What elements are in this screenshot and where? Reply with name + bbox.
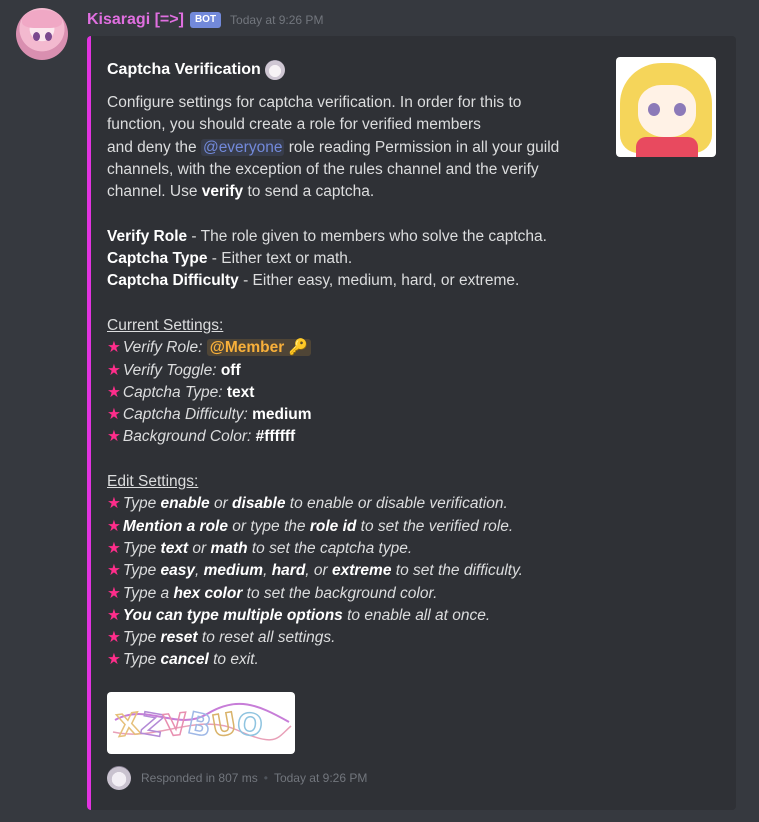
setting-captcha-difficulty: ★ Captcha Difficulty: medium: [107, 404, 607, 426]
embed-footer: Responded in 807 ms • Today at 9:26 PM: [107, 766, 367, 790]
setting-verify-toggle: ★ Verify Toggle: off: [107, 360, 607, 382]
setting-value: text: [226, 383, 255, 401]
field-line: Verify Role - The role given to members …: [107, 226, 607, 248]
star-icon: ★: [107, 406, 121, 424]
field-name: Verify Role: [107, 227, 188, 245]
edit-line: ★ Type text or math to set the captcha ty…: [107, 539, 413, 557]
star-icon: ★: [107, 539, 121, 557]
embed-title: Captcha Verification: [107, 60, 285, 80]
embed-title-text: Captcha Verification: [107, 61, 261, 78]
message-header: Kisaragi [=>] BOT Today at 9:26 PM: [87, 10, 323, 30]
field-text: - The role given to members who solve th…: [187, 227, 547, 245]
embed: Captcha Verification Configure settings …: [87, 36, 736, 810]
avatar-eye: [33, 32, 40, 41]
member-role-text: @Member: [209, 339, 285, 357]
bot-tag: BOT: [189, 12, 222, 28]
setting-label: Background Color:: [122, 428, 256, 446]
thumbnail-body: [636, 137, 698, 157]
key-icon: 🔑: [288, 339, 308, 357]
captcha-image[interactable]: XZVBUO: [107, 692, 295, 754]
edit-line: ★ You can type multiple options to enable…: [107, 606, 491, 624]
thumbnail-face: [638, 85, 696, 137]
field-name: Captcha Difficulty: [107, 272, 239, 290]
setting-captcha-type: ★ Captcha Type: text: [107, 382, 607, 404]
field-text: - Either easy, medium, hard, or extreme.: [238, 272, 520, 290]
field-text: - Either text or math.: [207, 250, 353, 268]
desc-line: and deny the @everyone role reading Perm…: [107, 137, 607, 159]
footer-text: Responded in 807 ms: [141, 771, 258, 785]
desc-text: channel. Use: [107, 183, 202, 201]
captcha-text: XZVBUO: [114, 705, 267, 746]
star-icon: ★: [107, 383, 121, 401]
embed-thumbnail[interactable]: [616, 57, 716, 157]
star-icon: ★: [107, 562, 121, 580]
edit-settings-heading: Edit Settings:: [107, 473, 199, 491]
setting-value: #ffffff: [255, 428, 296, 446]
setting-label: Verify Toggle:: [122, 361, 221, 379]
star-icon: ★: [107, 629, 121, 647]
desc-line: function, you should create a role for v…: [107, 116, 481, 134]
star-icon: ★: [107, 361, 121, 379]
desc-line: channel. Use verify to send a captcha.: [107, 181, 607, 203]
star-icon: ★: [107, 584, 121, 602]
setting-label: Captcha Difficulty:: [122, 406, 253, 424]
setting-background-color: ★ Background Color: #ffffff: [107, 426, 607, 448]
setting-label: Captcha Type:: [122, 383, 227, 401]
avatar-eye: [45, 32, 52, 41]
star-icon: ★: [107, 606, 121, 624]
setting-verify-role: ★ Verify Role: @Member 🔑: [107, 337, 607, 359]
title-emoji-icon: [264, 60, 285, 80]
star-icon: ★: [107, 495, 121, 513]
edit-line: ★ Type easy, medium, hard, or extreme to …: [107, 562, 523, 580]
current-settings-heading: Current Settings:: [107, 316, 224, 334]
desc-text: to send a captcha.: [243, 183, 375, 201]
desc-line: channels, with the exception of the rule…: [107, 160, 539, 178]
thumbnail-eye: [674, 103, 686, 116]
message-timestamp[interactable]: Today at 9:26 PM: [230, 13, 323, 27]
embed-description: Configure settings for captcha verificat…: [107, 92, 607, 672]
edit-line: ★ Type reset to reset all settings.: [107, 629, 336, 647]
field-line: Captcha Difficulty - Either easy, medium…: [107, 270, 607, 292]
edit-line: ★ Type cancel to exit.: [107, 651, 259, 669]
star-icon: ★: [107, 339, 121, 357]
field-line: Captcha Type - Either text or math.: [107, 248, 607, 270]
star-icon: ★: [107, 651, 121, 669]
setting-value: off: [220, 361, 241, 379]
field-name: Captcha Type: [107, 250, 208, 268]
desc-text: role reading Permission in all your guil…: [284, 138, 560, 156]
star-icon: ★: [107, 428, 121, 446]
edit-line: ★ Mention a role or type the role id to s…: [107, 517, 514, 535]
user-avatar[interactable]: [16, 8, 68, 60]
verify-command: verify: [201, 183, 244, 201]
footer-timestamp: Today at 9:26 PM: [273, 771, 368, 785]
thumbnail-eye: [648, 103, 660, 116]
desc-line: Configure settings for captcha verificat…: [107, 94, 522, 111]
avatar-hair: [22, 10, 62, 28]
captcha-glyph: O: [235, 706, 267, 745]
everyone-mention[interactable]: @everyone: [200, 138, 285, 156]
edit-line: ★ Type a hex color to set the background …: [107, 584, 438, 602]
member-role-mention[interactable]: @Member 🔑: [206, 339, 311, 357]
footer-avatar-icon: [107, 766, 131, 790]
desc-text: and deny the: [107, 138, 201, 156]
footer-separator: •: [263, 771, 268, 785]
setting-value: medium: [252, 406, 312, 424]
setting-label: Verify Role:: [122, 339, 207, 357]
star-icon: ★: [107, 517, 121, 535]
edit-line: ★ Type enable or disable to enable or dis…: [107, 495, 508, 513]
username[interactable]: Kisaragi [=>]: [87, 11, 184, 29]
